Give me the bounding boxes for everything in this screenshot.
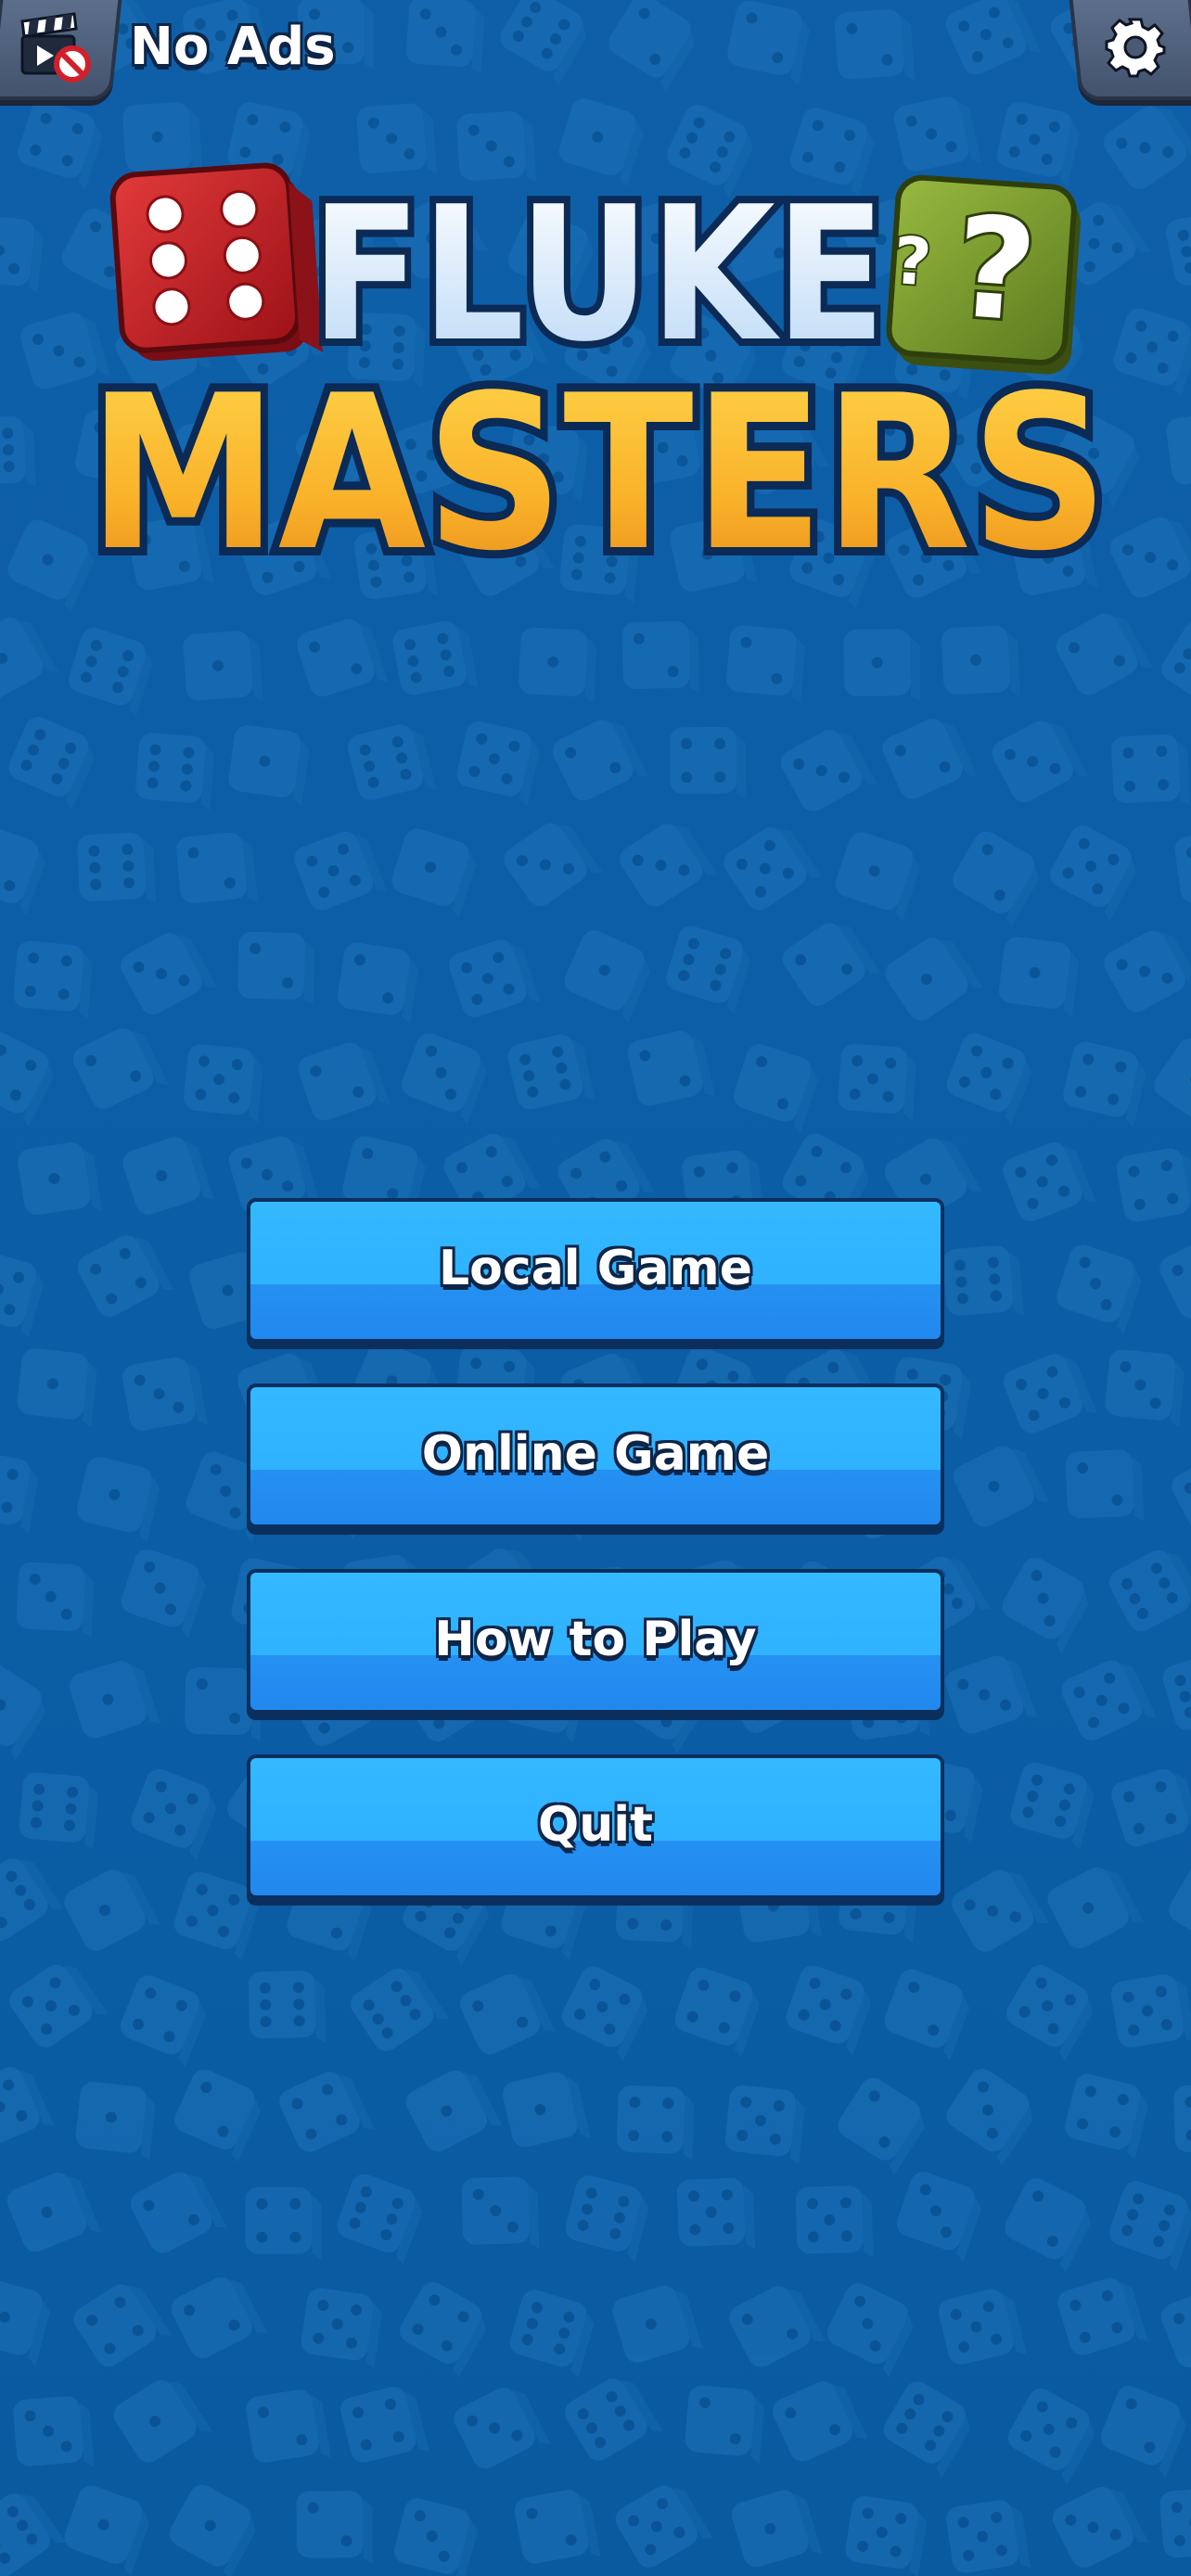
settings-button[interactable]	[1069, 0, 1191, 100]
local-game-button[interactable]: Local Game	[247, 1198, 944, 1343]
clapperboard-no-ads-icon	[20, 12, 91, 83]
local-game-label: Local Game	[439, 1241, 752, 1296]
online-game-button[interactable]: Online Game	[247, 1384, 944, 1528]
no-ads-button[interactable]	[0, 0, 122, 100]
how-to-play-label: How to Play	[434, 1612, 757, 1667]
red-die-six-icon	[109, 162, 323, 362]
no-ads-label: No Ads	[130, 17, 336, 77]
svg-text:?: ?	[950, 187, 1042, 354]
logo-line-masters: MASTERS	[88, 351, 1108, 598]
gear-icon	[1105, 18, 1166, 78]
main-menu-screen: No Ads ? ? FLUKE MASTERS Local Game Onli…	[0, 0, 1191, 2576]
how-to-play-button[interactable]: How to Play	[247, 1569, 944, 1714]
svg-text:?: ?	[890, 223, 933, 301]
online-game-label: Online Game	[421, 1426, 770, 1482]
quit-label: Quit	[538, 1797, 653, 1853]
main-menu: Local Game Online Game How to Play Quit	[247, 1198, 944, 1940]
quit-button[interactable]: Quit	[247, 1754, 944, 1899]
game-logo: ? ? FLUKE MASTERS	[80, 159, 1117, 606]
green-question-die-icon: ? ?	[886, 174, 1081, 375]
